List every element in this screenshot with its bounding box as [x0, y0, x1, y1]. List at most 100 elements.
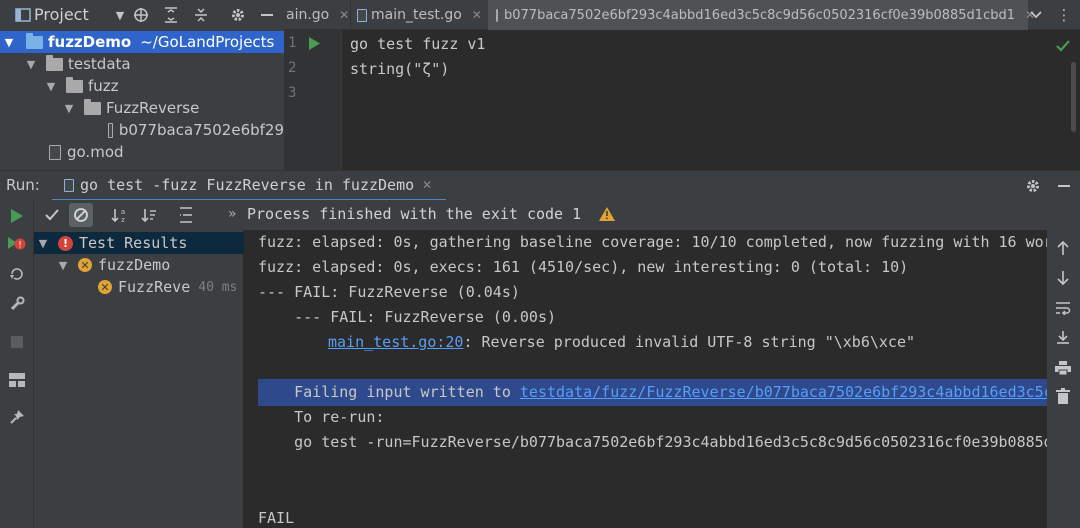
scroll-to-end-icon[interactable] [1051, 326, 1075, 350]
error-icon: ! [58, 235, 73, 251]
svg-text:z: z [121, 216, 125, 223]
minimize-icon[interactable] [256, 0, 278, 30]
crosshair-icon[interactable] [130, 0, 152, 30]
folder-icon [46, 54, 63, 71]
toggle-auto-test-icon[interactable] [5, 262, 29, 286]
tree-item-label: fuzz [88, 77, 119, 95]
run-gutter-icon[interactable] [309, 36, 320, 54]
sort-alphabetically-icon[interactable]: az [107, 203, 131, 227]
console-line: fuzz: elapsed: 0s, execs: 161 (4510/sec)… [258, 258, 909, 276]
chevron-down-icon[interactable]: ▼ [62, 102, 76, 115]
editor-scrollbar[interactable] [1071, 62, 1076, 132]
gear-icon[interactable] [1021, 174, 1045, 198]
close-icon[interactable]: ✕ [422, 178, 432, 192]
minimize-icon[interactable] [1052, 174, 1076, 198]
pin-icon[interactable] [5, 405, 29, 429]
run-label: Run: [6, 176, 40, 194]
tab-corpus-file[interactable]: b077baca7502e6bf293c4abbd16ed3c5c8c9d56c… [488, 0, 1035, 30]
line-number: 3 [288, 85, 297, 101]
console-line: go test -run=FuzzReverse/b077baca7502e6b… [258, 433, 1047, 451]
go-file-icon [357, 8, 367, 22]
go-test-icon [64, 178, 74, 192]
tree-item-label: fuzzDemo [98, 256, 171, 274]
sort-by-duration-icon[interactable] [137, 203, 161, 227]
show-passed-icon[interactable] [40, 203, 64, 227]
double-chevron-icon[interactable]: » [228, 206, 237, 222]
test-results-tree: ▼ ! Test Results ▼ ✕ fuzzDemo ✕ FuzzReve… [34, 230, 244, 528]
test-duration: 40 ms [198, 279, 238, 295]
project-header: Project ▼ [0, 0, 284, 30]
line-number: 2 [288, 60, 297, 76]
tree-item-fuzzdemo-results[interactable]: ▼ ✕ fuzzDemo [34, 254, 244, 276]
chevron-down-icon[interactable]: ▼ [36, 237, 50, 250]
project-panel-icon [12, 0, 34, 30]
code-line: string("ζ") [350, 60, 450, 78]
run-status-text: Process finished with the exit code 1 [247, 205, 582, 223]
chevron-down-icon[interactable]: ▼ [56, 259, 70, 272]
tree-item-label: go.mod [67, 143, 124, 161]
tree-item-fuzz[interactable]: ▼ fuzz [0, 75, 284, 97]
print-icon[interactable] [1051, 356, 1075, 380]
tab-main-go[interactable]: ain.go ✕ [284, 0, 355, 30]
trash-icon[interactable] [1051, 384, 1075, 408]
rerun-icon[interactable] [5, 204, 29, 228]
tree-item-label: FuzzReve [118, 278, 191, 296]
console-line: fuzz: elapsed: 0s, gathering baseline co… [258, 233, 1047, 251]
folder-icon [26, 32, 43, 49]
show-ignored-icon[interactable] [69, 203, 93, 227]
gear-icon[interactable] [227, 0, 249, 30]
chevron-down-icon[interactable]: ▼ [2, 36, 16, 49]
tab-label: b077baca7502e6bf293c4abbd16ed3c5c8c9d56c… [504, 7, 1016, 23]
run-panel-header: Run: go test -fuzz FuzzReverse in fuzzDe… [0, 170, 1080, 201]
console-line: main_test.go:20: Reverse produced invali… [328, 333, 915, 351]
wrench-icon[interactable] [5, 292, 29, 316]
tree-item-fuzzreverse[interactable]: ▼ FuzzReverse [0, 97, 284, 119]
file-icon [496, 8, 498, 22]
corpus-file-link[interactable]: testdata/fuzz/FuzzReverse/b077baca7502e6… [520, 383, 1047, 401]
console-text: : Reverse produced invalid UTF-8 string … [463, 333, 916, 351]
layout-icon[interactable] [5, 368, 29, 392]
tree-item-fuzzdemo[interactable]: ▼ fuzzDemo ~/GoLandProjects [0, 31, 284, 53]
tree-item-label: fuzzDemo [48, 33, 132, 51]
tree-item-fuzzreverse-result[interactable]: ✕ FuzzReve 40 ms [34, 276, 244, 298]
chevron-down-icon[interactable]: ▼ [24, 58, 38, 71]
tree-item-gomod[interactable]: go.mod [0, 141, 284, 163]
line-number: 1 [288, 35, 297, 51]
source-link[interactable]: main_test.go:20 [328, 333, 463, 351]
failed-test-icon: ✕ [78, 258, 92, 272]
close-icon[interactable]: ✕ [339, 8, 349, 22]
arrow-down-icon[interactable] [1051, 266, 1075, 290]
rerun-failed-icon[interactable]: ! [5, 232, 29, 256]
expand-all-icon[interactable] [174, 203, 198, 227]
run-config-label: go test -fuzz FuzzReverse in fuzzDemo [80, 176, 415, 194]
console-output[interactable]: fuzz: elapsed: 0s, gathering baseline co… [244, 230, 1047, 528]
project-title[interactable]: Project [34, 5, 89, 24]
folder-icon [84, 98, 101, 115]
folder-icon [66, 76, 83, 93]
svg-text:a: a [121, 208, 125, 216]
tab-run-config[interactable]: go test -fuzz FuzzReverse in fuzzDemo ✕ [52, 171, 446, 201]
collapse-all-icon[interactable] [190, 0, 212, 30]
tree-item-test-results[interactable]: ▼ ! Test Results [34, 232, 244, 254]
close-icon[interactable]: ✕ [472, 8, 482, 22]
soft-wrap-icon[interactable] [1051, 296, 1075, 320]
expand-all-icon[interactable] [160, 0, 182, 30]
stop-icon[interactable] [5, 330, 29, 354]
more-icon[interactable]: ⋮ [1052, 3, 1076, 27]
chevron-down-icon[interactable]: ▼ [112, 0, 128, 30]
tree-item-corpus-file[interactable]: b077baca7502e6bf29 [0, 119, 284, 141]
chevron-down-icon[interactable]: ▼ [44, 80, 58, 93]
tree-item-path: ~/GoLandProjects [140, 33, 275, 51]
editor-tab-bar: ain.go ✕ main_test.go ✕ b077baca7502e6bf… [284, 0, 1080, 30]
tab-label: main_test.go [371, 7, 462, 23]
tab-main-test-go[interactable]: main_test.go ✕ [350, 0, 490, 30]
chevron-down-icon[interactable] [1024, 3, 1048, 27]
arrow-up-icon[interactable] [1051, 236, 1075, 260]
console-text: Failing input written to [258, 383, 520, 401]
warning-icon [599, 207, 615, 225]
tree-item-testdata[interactable]: ▼ testdata [0, 53, 284, 75]
console-line: FAIL [258, 509, 295, 527]
console-right-toolbar [1047, 230, 1080, 528]
svg-text:!: ! [18, 241, 22, 251]
code-editor[interactable]: go test fuzz v1 string("ζ") [342, 30, 1047, 170]
